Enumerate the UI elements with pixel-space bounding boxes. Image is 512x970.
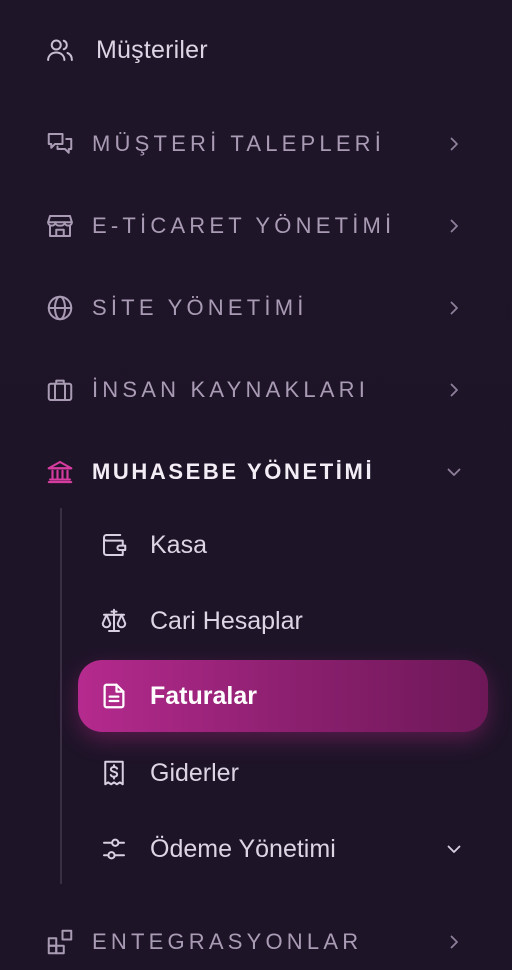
sidebar-item-label: Müşteriler [96,35,208,64]
sidebar-item-label: Cari Hesaplar [150,606,303,635]
chevron-right-icon [444,380,464,400]
subtree-line [60,508,62,884]
bank-icon [44,456,76,488]
sidebar-item-label: Kasa [150,530,207,559]
section-label: E-TİCARET YÖNETİMİ [92,213,396,238]
section-musteri-talepleri[interactable]: MÜŞTERİ TALEPLERİ [0,116,512,172]
sidebar-item-label: Faturalar [150,681,257,710]
chevron-right-icon [444,134,464,154]
section-insan-kaynaklari[interactable]: İNSAN KAYNAKLARI [0,362,512,418]
sidebar-item-kasa[interactable]: Kasa [78,509,488,581]
chevron-right-icon [444,216,464,236]
section-label: SİTE YÖNETİMİ [92,295,308,320]
briefcase-icon [44,374,76,406]
receipt-dollar-icon [98,757,130,789]
users-icon [44,34,76,66]
sidebar-item-faturalar[interactable]: Faturalar [78,660,488,732]
chevron-right-icon [444,298,464,318]
section-label: MUHASEBE YÖNETİMİ [92,459,375,484]
sidebar-item-giderler[interactable]: Giderler [78,737,488,809]
sliders-icon [98,833,130,865]
apps-icon [44,926,76,958]
chevron-down-icon [444,462,464,482]
section-entegrasyonlar[interactable]: ENTEGRASYONLAR [0,914,512,970]
sidebar-item-musteriler[interactable]: Müşteriler [0,22,512,78]
chevron-down-icon [444,839,464,859]
section-muhasebe-yonetimi[interactable]: MUHASEBE YÖNETİMİ [0,444,512,500]
scale-icon [98,605,130,637]
sidebar-item-odeme-yonetimi[interactable]: Ödeme Yönetimi [78,813,488,885]
section-label: ENTEGRASYONLAR [92,929,363,954]
chat-bubbles-icon [44,128,76,160]
sidebar-item-label: Ödeme Yönetimi [150,834,336,863]
section-label: İNSAN KAYNAKLARI [92,377,370,402]
storefront-icon [44,210,76,242]
section-site-yonetimi[interactable]: SİTE YÖNETİMİ [0,280,512,336]
section-e-ticaret[interactable]: E-TİCARET YÖNETİMİ [0,198,512,254]
sidebar-item-cari-hesaplar[interactable]: Cari Hesaplar [78,585,488,657]
section-label: MÜŞTERİ TALEPLERİ [92,131,386,156]
sidebar-item-label: Giderler [150,758,239,787]
wallet-icon [98,529,130,561]
chevron-right-icon [444,932,464,952]
sidebar-nav: Müşteriler MÜŞTERİ TALEPLERİ E-TİCARET Y… [0,0,512,955]
document-icon [98,680,130,712]
globe-icon [44,292,76,324]
